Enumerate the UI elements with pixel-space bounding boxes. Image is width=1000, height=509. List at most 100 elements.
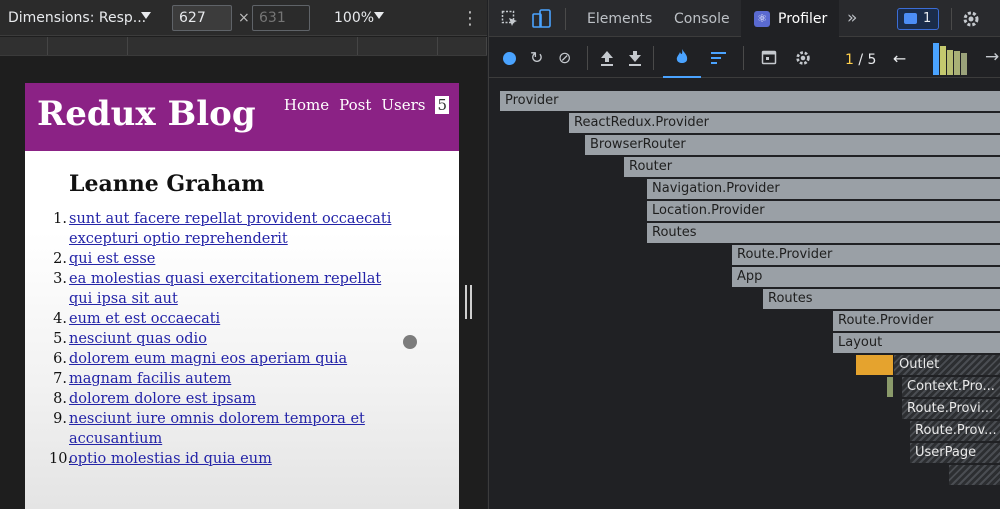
post-link[interactable]: sunt aut facere repellat provident occae… [69,211,391,247]
touch-cursor-icon [403,335,417,349]
issues-count: 1 [923,11,932,26]
flame-node[interactable]: UserPage [910,443,1000,463]
list-number: 2. [53,251,67,267]
commit-bar[interactable] [954,51,960,75]
nav-home-link[interactable]: Home [284,96,329,114]
ruler-segment[interactable] [358,37,438,55]
reload-icon[interactable]: ↻ [530,48,543,67]
device-toggle-icon[interactable] [531,8,553,30]
ruler-segment[interactable] [0,37,48,55]
profiler-settings-gear-icon[interactable] [794,49,812,67]
toolbar-divider [653,46,654,70]
blog-title: Redux Blog [37,94,256,134]
post-link[interactable]: eum et est occaecati [69,311,220,327]
commit-bar[interactable] [940,46,946,75]
flame-node-self-time[interactable] [887,377,894,397]
blog-header: Redux Blog Home Post Users 5 [25,83,459,151]
post-link[interactable]: qui est esse [69,251,155,267]
flamegraph: Provider ReactRedux.Provider BrowserRout… [489,79,1000,509]
commit-bar[interactable] [933,43,939,75]
timeline-icon[interactable] [761,49,777,65]
save-profile-icon[interactable] [627,49,643,67]
inspect-element-icon[interactable] [501,10,519,28]
list-item: 10. optio molestias id quia eum [49,449,409,469]
list-item: 7. magnam facilis autem [53,369,409,389]
times-separator: × [238,10,250,26]
react-icon: ⚛ [754,11,770,27]
issues-badge[interactable]: 1 [897,8,939,30]
list-item: 4. eum et est occaecati [53,309,409,329]
more-tabs-icon[interactable]: » [847,8,857,28]
tab-elements[interactable]: Elements [587,11,652,27]
flame-node[interactable]: Route.Provi... [902,399,1000,419]
load-profile-icon[interactable] [599,49,615,67]
list-item: 8. dolorem dolore est ipsam [53,389,409,409]
flame-node[interactable]: Location.Provider [647,201,1000,221]
flamegraph-tab[interactable] [663,38,701,78]
flame-node[interactable]: ReactRedux.Provider [569,113,1000,133]
flame-node[interactable]: Layout [833,333,1000,353]
commit-total: 5 [867,52,877,68]
nav-users-link[interactable]: Users [381,96,425,114]
flame-node[interactable] [949,465,1000,485]
chevron-down-icon[interactable] [374,12,384,19]
toolbar-divider [565,8,566,30]
ruler-segment[interactable] [438,37,487,55]
devtools-panel: Elements Console ⚛ Profiler » 1 ↻ ⊘ 1 / … [488,0,1000,509]
zoom-dropdown[interactable]: 100% [334,10,374,26]
post-link[interactable]: dolorem eum magni eos aperiam quia [69,351,347,367]
media-query-ruler[interactable] [0,37,487,56]
flame-node[interactable]: Routes [763,289,1000,309]
flame-node[interactable]: Route.Provider [732,245,1000,265]
flame-node[interactable]: Outlet [894,355,1000,375]
ruler-segment[interactable] [128,37,358,55]
blog-nav: Home Post Users 5 [284,96,449,114]
post-link[interactable]: optio molestias id quia eum [69,451,272,467]
post-link[interactable]: magnam facilis autem [69,371,231,387]
flame-node[interactable]: Provider [500,91,1000,111]
next-commit-arrow-icon[interactable]: → [985,47,999,67]
user-name-heading: Leanne Graham [69,171,265,197]
commit-bar[interactable] [947,50,953,75]
height-input[interactable] [252,5,310,31]
ruler-segment[interactable] [48,37,128,55]
list-item: 5. nesciunt quas odio [53,329,409,349]
viewport-resize-handle[interactable] [465,285,473,319]
post-link[interactable]: nesciunt iure omnis dolorem tempora et a… [69,411,365,447]
flame-node-self-time[interactable] [856,355,894,375]
tab-profiler-label: Profiler [778,11,828,27]
record-button[interactable] [503,52,516,65]
flame-node[interactable]: Route.Prov... [910,421,1000,441]
post-link[interactable]: ea molestias quasi exercitationem repell… [69,271,381,307]
tab-console[interactable]: Console [674,11,730,27]
list-number: 1. [53,211,67,227]
flame-node[interactable]: Context.Pro... [902,377,1000,397]
flame-node[interactable]: Router [624,157,1000,177]
clear-icon[interactable]: ⊘ [558,48,571,67]
previous-commit-arrow-icon[interactable]: ← [893,49,906,68]
more-options-icon[interactable]: ⋮ [461,8,479,29]
commit-bar[interactable] [961,53,967,75]
commit-bar-chart[interactable] [933,43,969,75]
dimensions-dropdown[interactable]: Dimensions: Resp... [8,10,146,26]
flame-node[interactable]: Navigation.Provider [647,179,1000,199]
flame-node[interactable]: Routes [647,223,1000,243]
tab-profiler[interactable]: ⚛ Profiler [741,0,839,37]
list-item: 1. sunt aut facere repellat provident occ… [53,209,409,249]
ranked-chart-icon[interactable] [711,51,727,65]
counter-button[interactable]: 5 [435,96,449,114]
list-number: 8. [53,391,67,407]
width-input[interactable] [172,5,232,31]
flame-node[interactable]: BrowserRouter [585,135,1000,155]
chevron-down-icon[interactable] [141,12,151,19]
page-viewport: Redux Blog Home Post Users 5 Leanne Grah… [25,83,459,509]
commit-navigator: 1 / 5 ← [845,49,906,68]
gear-icon[interactable] [961,9,981,29]
list-number: 4. [53,311,67,327]
post-link[interactable]: dolorem dolore est ipsam [69,391,256,407]
post-link[interactable]: nesciunt quas odio [69,331,207,347]
flame-node[interactable]: Route.Provider [833,311,1000,331]
flame-node[interactable]: App [732,267,1000,287]
commit-current: 1 [845,52,854,68]
nav-post-link[interactable]: Post [339,96,371,114]
